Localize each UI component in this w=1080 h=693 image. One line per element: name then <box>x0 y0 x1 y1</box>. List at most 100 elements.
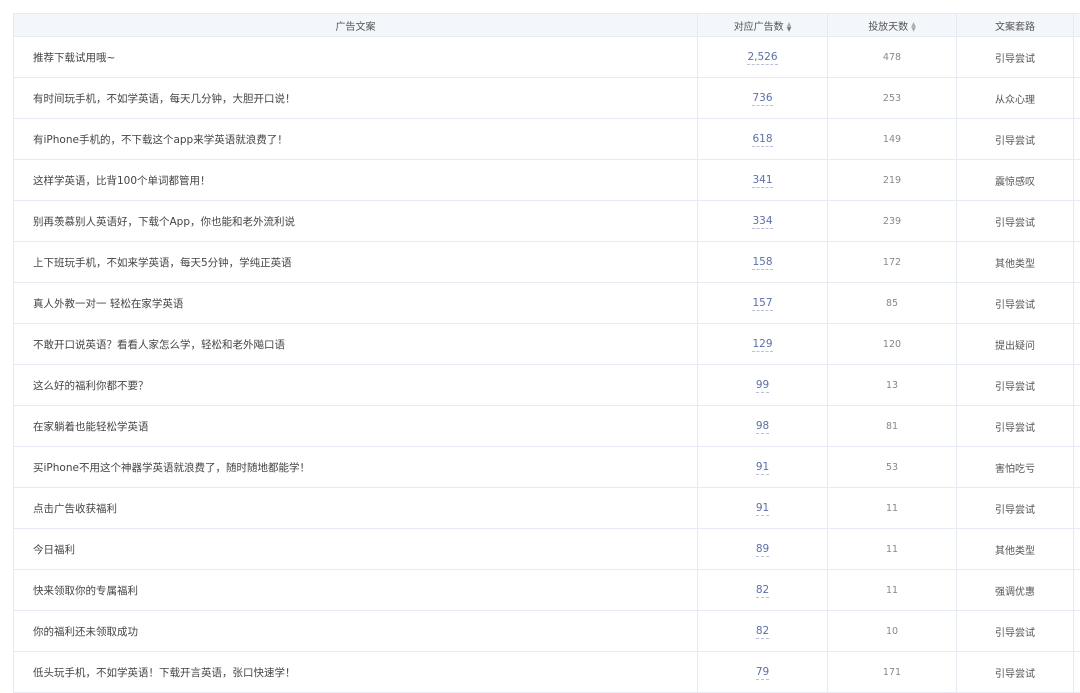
copy-type-cell: 引导尝试 <box>957 488 1074 529</box>
sort-icon[interactable]: ▲▼ <box>787 22 792 32</box>
ad-count-link[interactable]: 79 <box>756 666 769 680</box>
ad-count-link[interactable]: 334 <box>752 215 772 229</box>
days-cell: 219 <box>828 160 957 201</box>
ad-count-link[interactable]: 99 <box>756 379 769 393</box>
days-cell: 85 <box>828 283 957 324</box>
days-cell: 120 <box>828 324 957 365</box>
ad-count-link[interactable]: 2,526 <box>747 51 777 65</box>
ad-copy-cell: 真人外教一对一 轻松在家学英语 <box>14 283 698 324</box>
ad-count-link[interactable]: 129 <box>752 338 772 352</box>
table-row: 快来领取你的专属福利 82 11 强调优惠 <box>14 570 1080 611</box>
ad-count-link[interactable]: 89 <box>756 543 769 557</box>
extra-cell <box>1074 611 1080 652</box>
header-extra <box>1074 14 1080 37</box>
table-row: 真人外教一对一 轻松在家学英语 157 85 引导尝试 <box>14 283 1080 324</box>
ad-copy-cell: 有iPhone手机的，不下载这个app来学英语就浪费了！ <box>14 119 698 160</box>
header-days[interactable]: 投放天数▲▼ <box>828 14 957 37</box>
copy-type-cell: 从众心理 <box>957 78 1074 119</box>
copy-type-cell: 提出疑问 <box>957 324 1074 365</box>
ad-count-link[interactable]: 157 <box>752 297 772 311</box>
ad-count-cell: 334 <box>698 201 828 242</box>
extra-cell <box>1074 488 1080 529</box>
table-row: 有时间玩手机，不如学英语，每天几分钟，大胆开口说！ 736 253 从众心理 <box>14 78 1080 119</box>
days-cell: 149 <box>828 119 957 160</box>
ad-count-link[interactable]: 341 <box>752 174 772 188</box>
ad-count-link[interactable]: 736 <box>752 92 772 106</box>
table-row: 买iPhone不用这个神器学英语就浪费了，随时随地都能学！ 91 53 害怕吃亏 <box>14 447 1080 488</box>
extra-cell <box>1074 201 1080 242</box>
days-cell: 11 <box>828 488 957 529</box>
extra-cell <box>1074 324 1080 365</box>
extra-cell <box>1074 365 1080 406</box>
ad-count-link[interactable]: 98 <box>756 420 769 434</box>
ad-count-link[interactable]: 618 <box>752 133 772 147</box>
extra-cell <box>1074 283 1080 324</box>
table-row: 有iPhone手机的，不下载这个app来学英语就浪费了！ 618 149 引导尝… <box>14 119 1080 160</box>
days-cell: 253 <box>828 78 957 119</box>
extra-cell <box>1074 242 1080 283</box>
copy-type-cell: 引导尝试 <box>957 406 1074 447</box>
extra-cell <box>1074 570 1080 611</box>
ad-count-cell: 91 <box>698 488 828 529</box>
sort-down-icon[interactable]: ▼ <box>787 26 792 33</box>
sort-down-icon[interactable]: ▼ <box>911 26 916 33</box>
ad-copy-cell: 点击广告收获福利 <box>14 488 698 529</box>
copy-type-cell: 引导尝试 <box>957 37 1074 78</box>
extra-cell <box>1074 78 1080 119</box>
ad-copy-cell: 这么好的福利你都不要？ <box>14 365 698 406</box>
ad-count-cell: 82 <box>698 570 828 611</box>
ad-count-link[interactable]: 91 <box>756 461 769 475</box>
ad-count-cell: 736 <box>698 78 828 119</box>
ad-count-link[interactable]: 91 <box>756 502 769 516</box>
ad-copy-cell: 在家躺着也能轻松学英语 <box>14 406 698 447</box>
ad-copy-table: 广告文案 对应广告数▲▼ 投放天数▲▼ 文案套路 推荐下载试用哦~ 2,526 … <box>13 13 1080 693</box>
ad-count-cell: 91 <box>698 447 828 488</box>
copy-type-cell: 其他类型 <box>957 242 1074 283</box>
copy-type-cell: 震惊感叹 <box>957 160 1074 201</box>
sort-icon[interactable]: ▲▼ <box>911 22 916 32</box>
header-ad-count[interactable]: 对应广告数▲▼ <box>698 14 828 37</box>
ad-count-cell: 99 <box>698 365 828 406</box>
copy-type-cell: 引导尝试 <box>957 119 1074 160</box>
days-cell: 53 <box>828 447 957 488</box>
ad-count-cell: 157 <box>698 283 828 324</box>
days-cell: 11 <box>828 529 957 570</box>
ad-copy-cell: 别再羡慕别人英语好，下载个App，你也能和老外流利说 <box>14 201 698 242</box>
table-row: 点击广告收获福利 91 11 引导尝试 <box>14 488 1080 529</box>
extra-cell <box>1074 37 1080 78</box>
days-cell: 11 <box>828 570 957 611</box>
days-cell: 171 <box>828 652 957 693</box>
extra-cell <box>1074 406 1080 447</box>
ad-count-link[interactable]: 158 <box>752 256 772 270</box>
ad-copy-cell: 推荐下载试用哦~ <box>14 37 698 78</box>
header-ad-copy: 广告文案 <box>14 14 698 37</box>
copy-type-cell: 引导尝试 <box>957 652 1074 693</box>
copy-type-cell: 引导尝试 <box>957 201 1074 242</box>
table-row: 在家躺着也能轻松学英语 98 81 引导尝试 <box>14 406 1080 447</box>
extra-cell <box>1074 529 1080 570</box>
ad-copy-cell: 这样学英语，比背100个单词都管用！ <box>14 160 698 201</box>
ad-count-cell: 618 <box>698 119 828 160</box>
copy-type-cell: 其他类型 <box>957 529 1074 570</box>
ad-count-cell: 341 <box>698 160 828 201</box>
copy-type-cell: 引导尝试 <box>957 365 1074 406</box>
ad-copy-cell: 你的福利还未领取成功 <box>14 611 698 652</box>
ad-count-cell: 129 <box>698 324 828 365</box>
table-row: 你的福利还未领取成功 82 10 引导尝试 <box>14 611 1080 652</box>
extra-cell <box>1074 652 1080 693</box>
ad-count-cell: 89 <box>698 529 828 570</box>
ad-count-cell: 79 <box>698 652 828 693</box>
table-row: 不敢开口说英语？看看人家怎么学，轻松和老外飚口语 129 120 提出疑问 <box>14 324 1080 365</box>
ad-count-link[interactable]: 82 <box>756 625 769 639</box>
copy-type-cell: 引导尝试 <box>957 283 1074 324</box>
ad-count-cell: 2,526 <box>698 37 828 78</box>
days-cell: 81 <box>828 406 957 447</box>
days-cell: 478 <box>828 37 957 78</box>
table-row: 别再羡慕别人英语好，下载个App，你也能和老外流利说 334 239 引导尝试 <box>14 201 1080 242</box>
table-row: 这样学英语，比背100个单词都管用！ 341 219 震惊感叹 <box>14 160 1080 201</box>
ad-copy-cell: 今日福利 <box>14 529 698 570</box>
copy-type-cell: 害怕吃亏 <box>957 447 1074 488</box>
ad-copy-cell: 买iPhone不用这个神器学英语就浪费了，随时随地都能学！ <box>14 447 698 488</box>
ad-copy-cell: 上下班玩手机，不如来学英语，每天5分钟，学纯正英语 <box>14 242 698 283</box>
ad-count-link[interactable]: 82 <box>756 584 769 598</box>
